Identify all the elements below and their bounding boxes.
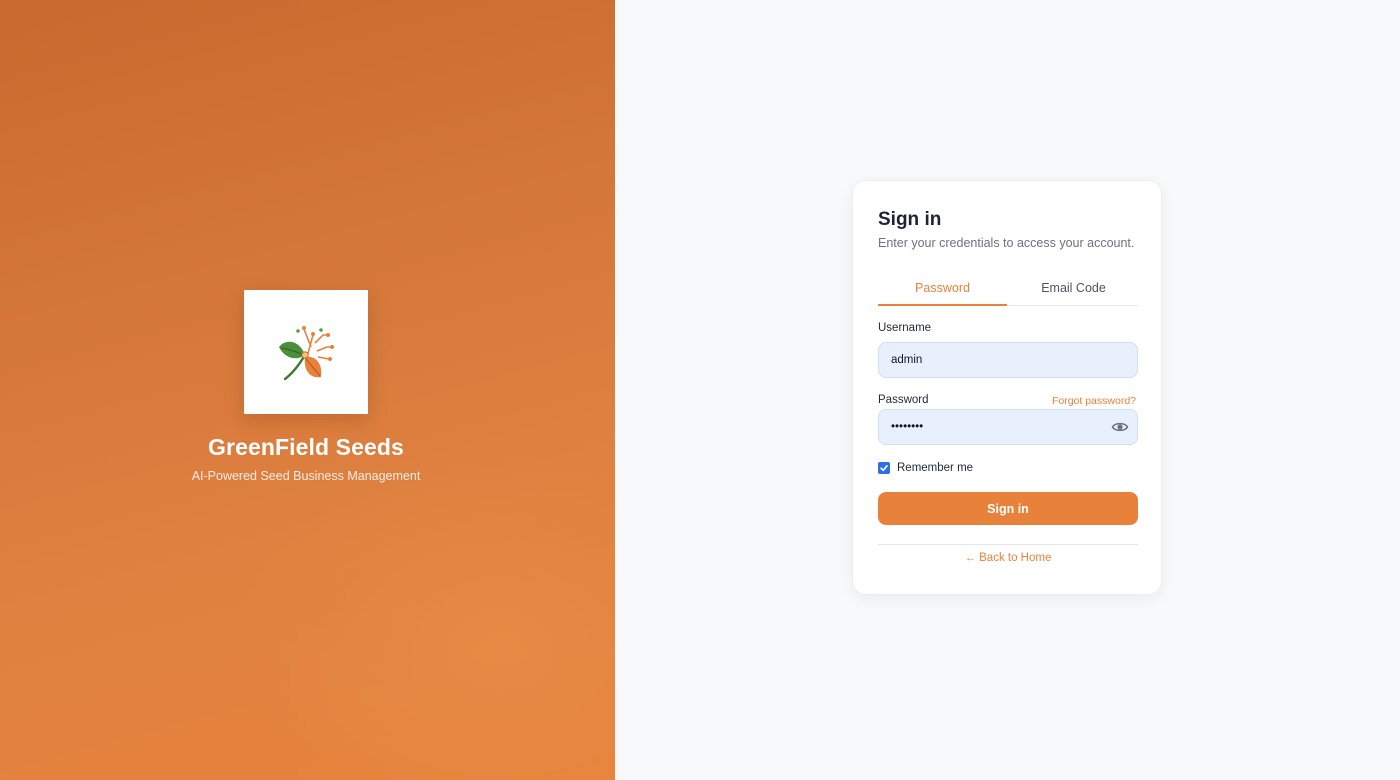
checkmark-icon	[880, 465, 888, 472]
username-label: Username	[878, 322, 932, 334]
sign-in-button[interactable]: Sign in	[878, 492, 1138, 525]
leaf-circuit-logo-icon	[279, 326, 334, 381]
back-to-home-link[interactable]: ← Back to Home	[878, 552, 1138, 564]
page-subtitle: Enter your credentials to access your ac…	[878, 236, 1135, 250]
sign-in-card: Sign in Enter your credentials to access…	[852, 180, 1162, 595]
show-password-button[interactable]	[1111, 419, 1129, 435]
password-input[interactable]	[878, 409, 1138, 445]
brand-tagline: AI-Powered Seed Business Management	[191, 469, 421, 483]
remember-me-label: Remember me	[897, 462, 974, 474]
arrow-left-icon: ←	[964, 552, 977, 564]
page-title: Sign in	[878, 209, 942, 230]
divider	[878, 544, 1138, 545]
brand-name: GreenField Seeds	[208, 434, 404, 460]
auth-method-tabs: Password Email Code	[878, 276, 1138, 306]
remember-me[interactable]: Remember me	[878, 461, 973, 475]
remember-me-checkbox[interactable]	[878, 462, 890, 474]
tab-password[interactable]: Password	[878, 276, 1007, 306]
forgot-password-link[interactable]: Forgot password?	[1052, 395, 1136, 407]
username-input[interactable]	[878, 342, 1138, 378]
logo	[244, 290, 368, 414]
back-to-home-label: Back to Home	[979, 552, 1052, 564]
password-label: Password	[878, 394, 929, 406]
tab-email-code[interactable]: Email Code	[1009, 276, 1138, 306]
eye-icon	[1111, 422, 1129, 432]
brand-panel: GreenField Seeds AI-Powered Seed Busines…	[0, 0, 615, 780]
